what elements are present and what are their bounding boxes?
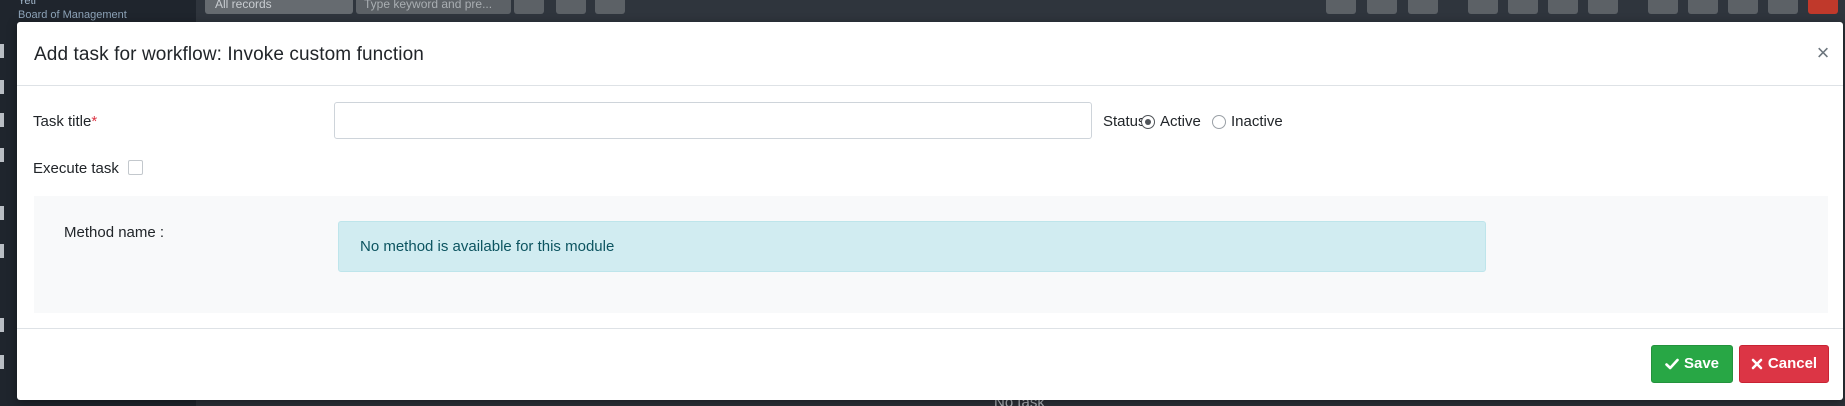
background-toolbar-button bbox=[1588, 0, 1618, 14]
status-label: Status bbox=[1103, 113, 1146, 130]
background-toolbar-button bbox=[1548, 0, 1578, 14]
background-toolbar-button bbox=[1688, 0, 1718, 14]
background-filter-select: All records bbox=[205, 0, 353, 14]
background-search-input: Type keyword and pre... bbox=[356, 0, 511, 14]
task-title-label-text: Task title bbox=[33, 113, 92, 130]
background-power-button bbox=[1808, 0, 1838, 14]
brand-name: Yeti bbox=[18, 0, 36, 7]
add-task-modal: Add task for workflow: Invoke custom fun… bbox=[17, 22, 1843, 400]
background-toolbar-button bbox=[1768, 0, 1798, 14]
modal-footer-divider bbox=[17, 328, 1843, 329]
background-toolbar-button bbox=[1367, 0, 1397, 14]
save-button[interactable]: Save bbox=[1651, 345, 1733, 383]
background-search-button bbox=[514, 0, 544, 14]
background-toolbar-button bbox=[595, 0, 625, 14]
status-inactive-radio[interactable] bbox=[1212, 115, 1226, 129]
task-title-input[interactable] bbox=[334, 102, 1092, 139]
background-toolbar-button bbox=[1728, 0, 1758, 14]
required-mark: * bbox=[91, 113, 98, 130]
check-icon bbox=[1665, 358, 1679, 370]
background-toolbar-button bbox=[1648, 0, 1678, 14]
modal-title: Add task for workflow: Invoke custom fun… bbox=[34, 44, 424, 65]
status-inactive-label[interactable]: Inactive bbox=[1231, 113, 1283, 130]
status-active-radio[interactable] bbox=[1141, 115, 1155, 129]
background-toolbar-button bbox=[1508, 0, 1538, 14]
execute-task-label: Execute task bbox=[33, 160, 119, 177]
x-mark-icon bbox=[1751, 358, 1763, 370]
method-name-label: Method name : bbox=[64, 224, 165, 241]
background-toolbar-button bbox=[1468, 0, 1498, 14]
background-toolbar-button bbox=[1326, 0, 1356, 14]
modal-header: Add task for workflow: Invoke custom fun… bbox=[17, 22, 1843, 86]
close-icon: × bbox=[1816, 40, 1830, 65]
cancel-label: Cancel bbox=[1767, 355, 1818, 372]
no-method-alert: No method is available for this module bbox=[338, 221, 1486, 272]
execute-task-checkbox[interactable] bbox=[128, 160, 143, 175]
status-active-label[interactable]: Active bbox=[1160, 113, 1201, 130]
close-button[interactable]: × bbox=[1813, 42, 1833, 64]
brand: Yeti Board of Management bbox=[18, 0, 127, 22]
save-label: Save bbox=[1683, 355, 1720, 372]
background-toolbar-button bbox=[556, 0, 586, 14]
cancel-button[interactable]: Cancel bbox=[1739, 345, 1829, 383]
task-title-label: Task title* bbox=[33, 113, 97, 130]
background-toolbar-button bbox=[1408, 0, 1438, 14]
brand-subtitle: Board of Management bbox=[18, 9, 127, 21]
